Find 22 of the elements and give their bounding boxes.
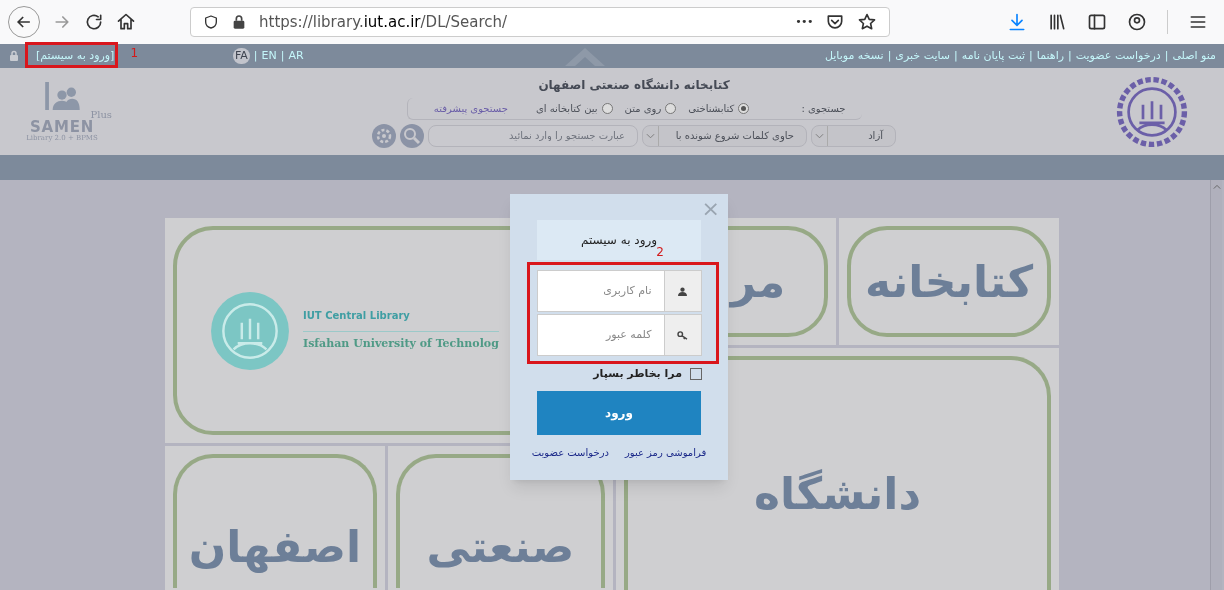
tile-word: اصفهان	[188, 520, 362, 575]
logo-name: SAMEN	[30, 119, 94, 135]
dialog-title: ورود به سیستم	[580, 232, 658, 248]
separator: |	[1164, 47, 1169, 64]
separator: |	[1068, 47, 1072, 64]
university-name: Isfahan University of Technolog	[303, 336, 499, 353]
library-name: IUT Central Library	[303, 308, 499, 333]
page-title: کتابخانه دانشگاه صنعتی اصفهان	[538, 76, 730, 94]
annotation-number: 1	[130, 45, 138, 62]
separator: |	[887, 47, 892, 64]
separator: |	[280, 47, 285, 64]
tile-word: مر	[730, 254, 786, 310]
annotation-number: 2	[656, 246, 664, 258]
tile-word: دانشگاه	[753, 467, 921, 521]
separator: |	[1029, 47, 1033, 64]
separator: |	[253, 47, 258, 64]
tile-word: صنعتی	[426, 520, 575, 574]
logo-plus: Plus	[90, 109, 112, 120]
tile-word: کتابخانه	[865, 254, 1033, 309]
separator: |	[954, 47, 958, 64]
search-label: جستجوی :	[801, 101, 846, 116]
url-text: https://library.iut.ac.ir/DL/Search/	[259, 11, 509, 33]
